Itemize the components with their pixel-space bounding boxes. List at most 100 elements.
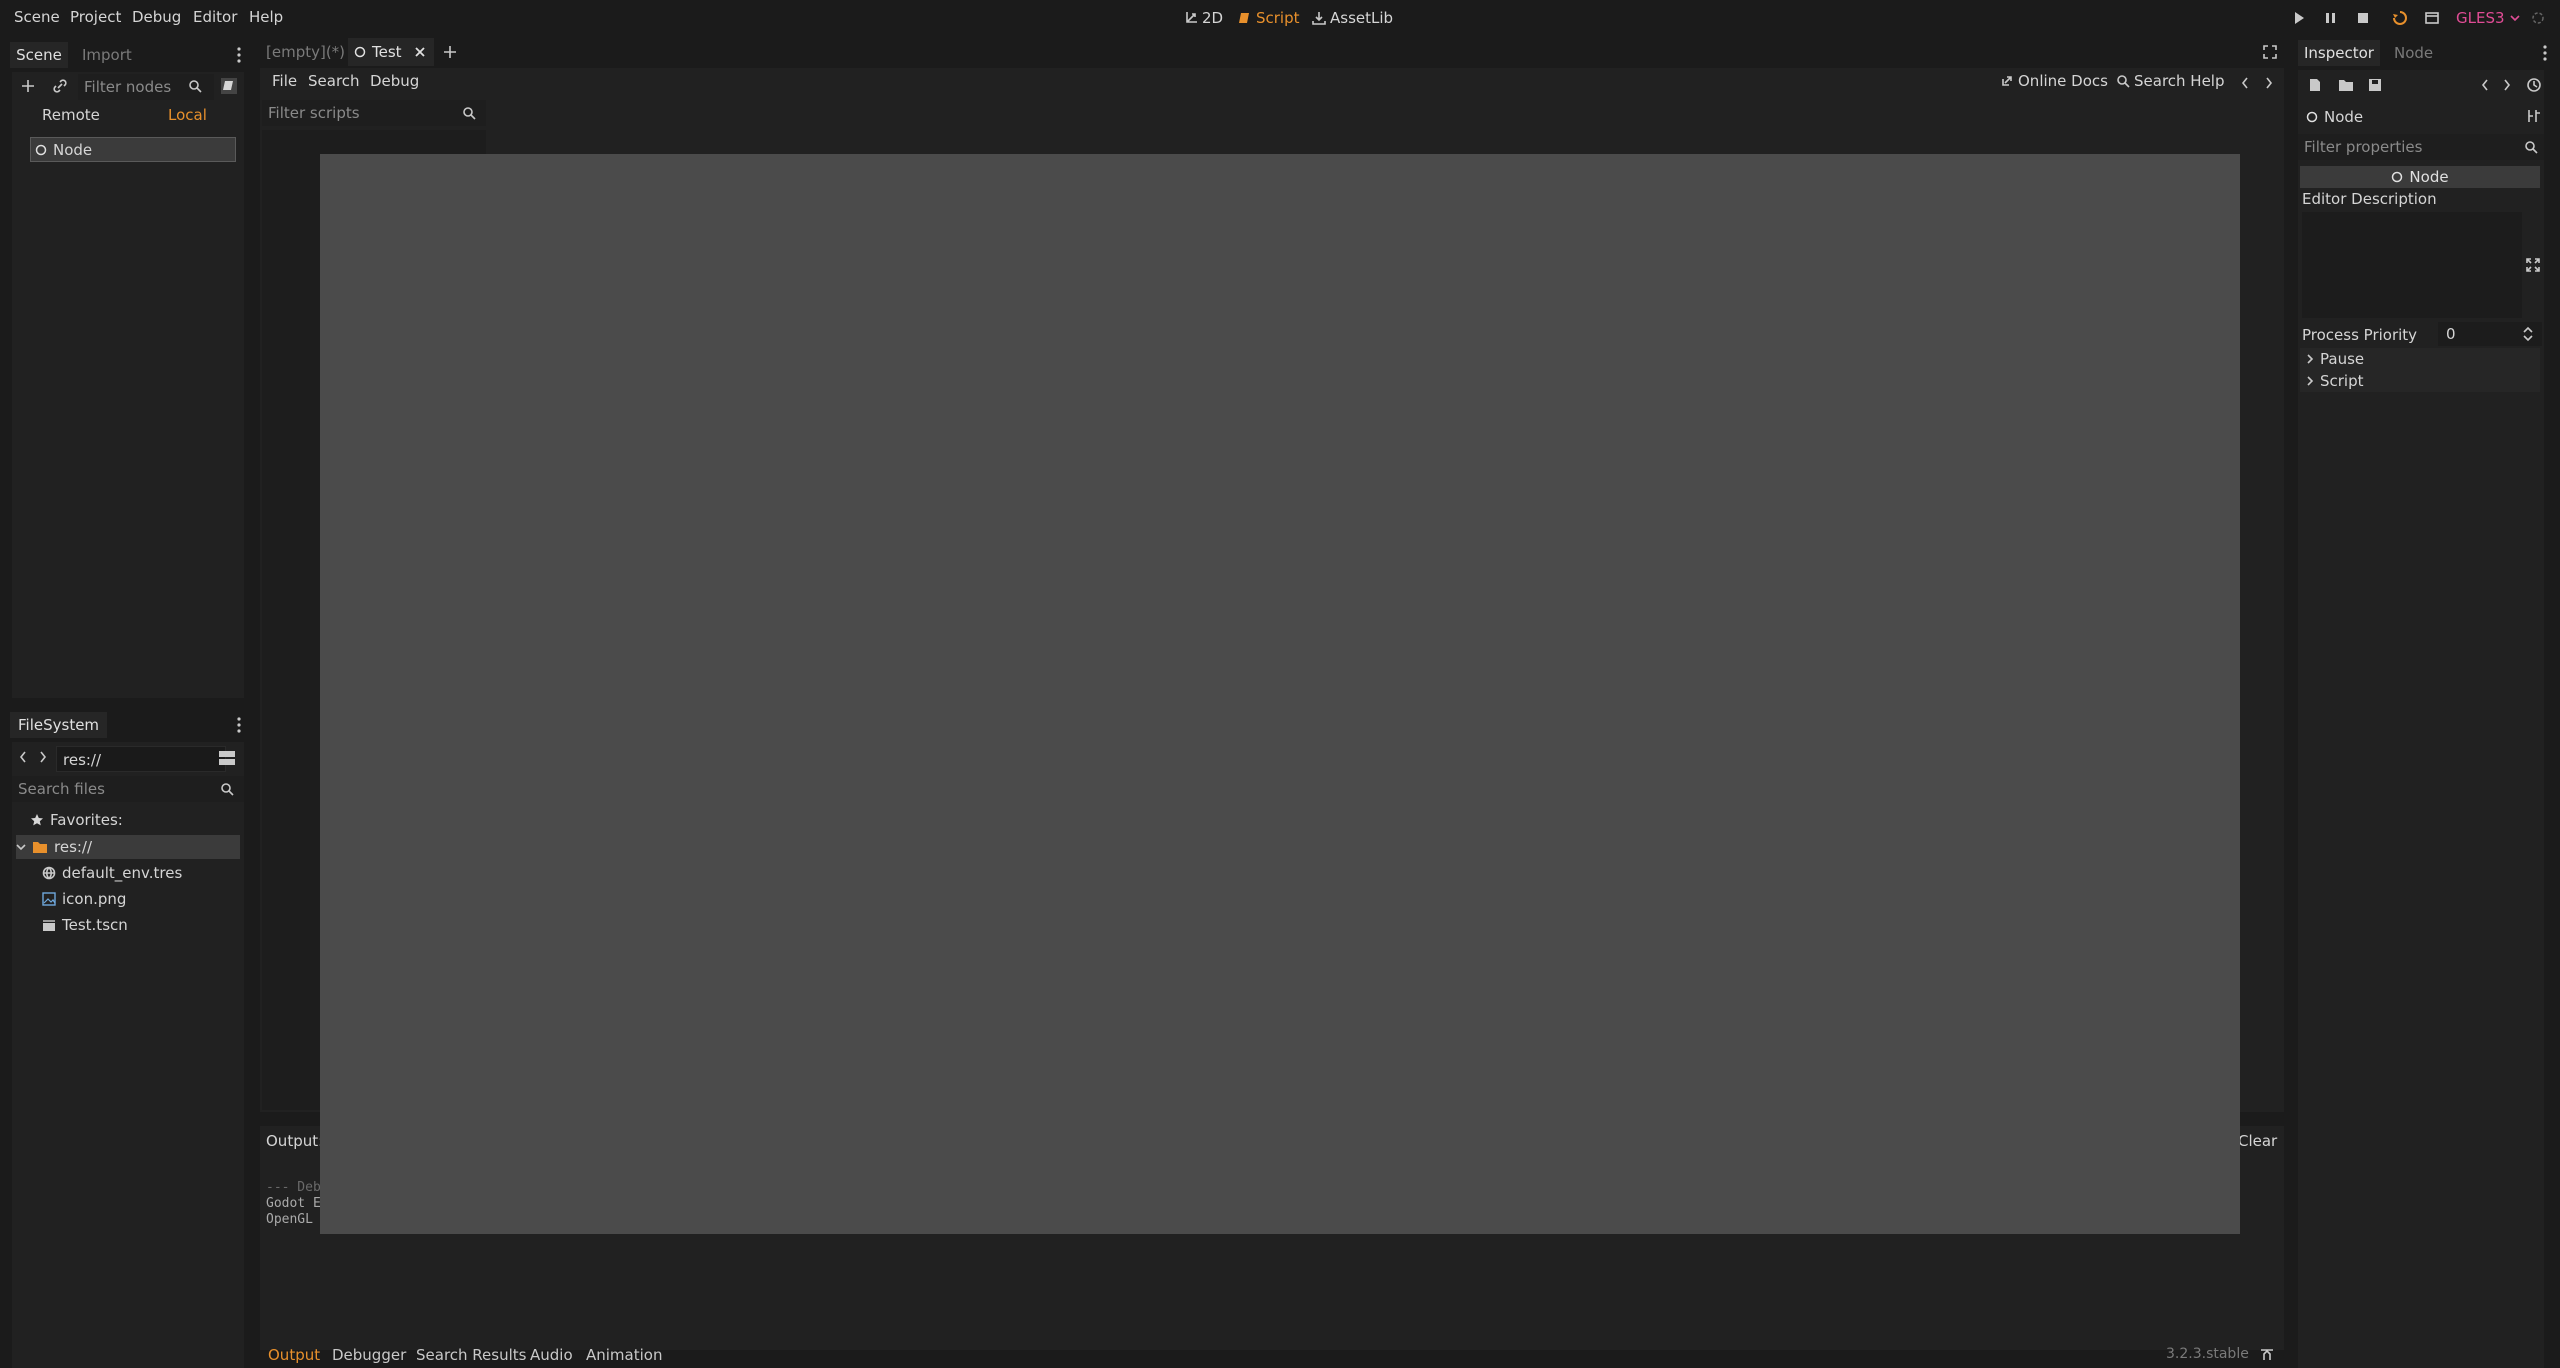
expand-panel-icon[interactable] (2260, 1348, 2274, 1362)
search-help-button[interactable]: Search Help (2116, 72, 2225, 90)
menu-kebab-icon[interactable] (236, 716, 242, 734)
menu-project[interactable]: Project (70, 0, 121, 36)
tab-debugger[interactable]: Debugger (332, 1346, 406, 1364)
spinner-arrows-icon[interactable] (2522, 326, 2534, 342)
menu-scene[interactable]: Scene (14, 0, 60, 36)
clear-button[interactable]: Clear (2238, 1132, 2277, 1150)
tab-filesystem[interactable]: FileSystem (10, 712, 108, 738)
remote-tab[interactable]: Remote (42, 106, 100, 124)
add-tab-icon[interactable] (442, 44, 458, 60)
filter-scripts-input[interactable]: Filter scripts (262, 100, 486, 126)
tab-animation[interactable]: Animation (586, 1346, 662, 1364)
split-mode-icon[interactable] (218, 750, 236, 766)
node-icon (2306, 111, 2318, 123)
output-log: --- Deb Godot E OpenGL (266, 1180, 321, 1228)
mode-script-button[interactable]: Script (1238, 0, 1300, 36)
menu-editor[interactable]: Editor (193, 0, 237, 36)
pause-icon[interactable] (2324, 11, 2338, 25)
search-help-label: Search Help (2134, 72, 2225, 90)
renderer-label: GLES3 (2456, 9, 2505, 27)
path-input[interactable]: res:// (56, 746, 226, 772)
search-files-input[interactable]: Search files (12, 776, 244, 802)
editor-description-field[interactable] (2302, 212, 2522, 318)
output-line: Godot E (266, 1196, 321, 1211)
scene-tab-test[interactable]: Test (348, 38, 434, 66)
inspector-dock-tabs: Inspector Node (2296, 38, 2560, 68)
chevron-left-icon[interactable] (2240, 76, 2250, 90)
menu-kebab-icon[interactable] (2542, 44, 2548, 62)
group-script[interactable]: Script (2300, 370, 2540, 392)
script-menu-debug[interactable]: Debug (370, 72, 419, 90)
play-icon[interactable] (2292, 11, 2306, 25)
distraction-free-icon[interactable] (2262, 44, 2278, 60)
menu-kebab-icon[interactable] (236, 46, 242, 64)
globe-icon (42, 866, 56, 880)
play-scene-icon[interactable] (2392, 10, 2408, 26)
menu-debug[interactable]: Debug (132, 0, 181, 36)
inspector: Node Filter properties Node Editor Descr… (2298, 70, 2544, 1368)
group-pause-label: Pause (2320, 350, 2365, 368)
favorites-row[interactable]: Favorites: (30, 808, 123, 832)
output-line: --- Deb (266, 1180, 321, 1195)
chevron-right-icon[interactable] (2502, 78, 2512, 92)
close-icon[interactable] (414, 46, 426, 58)
file-label: icon.png (62, 890, 127, 908)
new-resource-icon[interactable] (2308, 78, 2322, 92)
filter-properties-input[interactable]: Filter properties (2298, 134, 2544, 160)
file-row-test-tscn[interactable]: Test.tscn (42, 913, 128, 937)
node-icon (35, 144, 47, 156)
tab-scene[interactable]: Scene (10, 42, 68, 68)
tab-output[interactable]: Output (268, 1346, 320, 1364)
chevron-left-icon[interactable] (2480, 78, 2490, 92)
object-selector[interactable]: Node (2306, 106, 2363, 128)
game-window-overlay[interactable] (320, 154, 2240, 1234)
mode-assetlib-label: AssetLib (1330, 9, 1394, 27)
mode-2d-button[interactable]: 2D (1184, 0, 1223, 36)
tab-audio[interactable]: Audio (530, 1346, 573, 1364)
res-root-row[interactable]: res:// (16, 835, 240, 859)
output-line: OpenGL (266, 1212, 313, 1227)
save-icon[interactable] (2368, 78, 2382, 92)
image-icon (42, 892, 56, 906)
file-row-default-env[interactable]: default_env.tres (42, 861, 182, 885)
tab-node[interactable]: Node (2388, 40, 2439, 66)
scene-tab-test-label: Test (372, 43, 402, 61)
script-menu-search[interactable]: Search (308, 72, 360, 90)
play-custom-scene-icon[interactable] (2424, 10, 2440, 26)
tab-search-results[interactable]: Search Results (416, 1346, 526, 1364)
script-icon (1238, 11, 1252, 25)
external-link-icon (2000, 74, 2014, 88)
add-node-icon[interactable] (20, 78, 36, 94)
expand-icon[interactable] (2526, 258, 2540, 272)
script-menu-file[interactable]: File (272, 72, 297, 90)
stop-icon[interactable] (2356, 11, 2370, 25)
local-tab[interactable]: Local (168, 106, 207, 124)
folder-open-icon[interactable] (2338, 78, 2354, 92)
object-properties-icon[interactable] (2526, 108, 2542, 124)
renderer-select[interactable]: GLES3 (2456, 0, 2521, 36)
search-icon (2116, 74, 2130, 88)
chevron-right-icon[interactable] (38, 750, 48, 764)
tab-import[interactable]: Import (76, 42, 138, 68)
clapperboard-icon (42, 918, 56, 932)
node-icon (354, 46, 366, 58)
top-bar: Scene Project Debug Editor Help 2D Scrip… (0, 0, 2560, 36)
script-attach-icon[interactable] (220, 77, 238, 95)
history-icon[interactable] (2526, 77, 2542, 93)
scene-tree-root-node[interactable]: Node (30, 137, 236, 162)
chevron-right-icon[interactable] (2264, 76, 2274, 90)
scene-tab-empty[interactable]: [empty](*) (266, 38, 345, 66)
object-name-label: Node (2324, 108, 2364, 126)
online-docs-button[interactable]: Online Docs (2000, 72, 2108, 90)
chevron-left-icon[interactable] (18, 750, 28, 764)
search-icon (220, 782, 234, 796)
tab-inspector[interactable]: Inspector (2298, 40, 2380, 66)
file-row-icon-png[interactable]: icon.png (42, 887, 126, 911)
group-pause[interactable]: Pause (2300, 348, 2540, 370)
2d-icon (1184, 11, 1198, 25)
mode-assetlib-button[interactable]: AssetLib (1312, 0, 1393, 36)
process-priority-spinbox[interactable]: 0 (2438, 322, 2542, 346)
output-label: Output: (266, 1132, 324, 1150)
link-icon[interactable] (52, 78, 68, 94)
menu-help[interactable]: Help (249, 0, 283, 36)
